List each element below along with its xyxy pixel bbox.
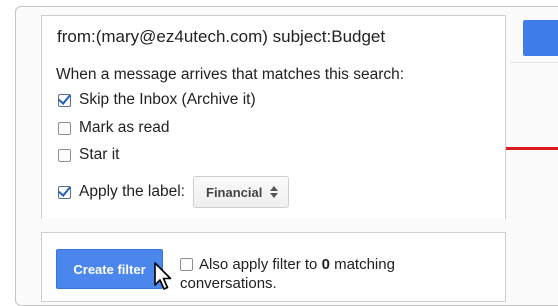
option-star-it-label: Star it — [79, 146, 120, 163]
checkbox-checked-icon[interactable] — [58, 93, 71, 107]
mouse-pointer-icon — [154, 262, 172, 290]
search-query-text: from:(mary@ez4utech.com) subject:Budget — [57, 27, 386, 46]
also-apply-prefix: Also apply filter to — [199, 256, 322, 273]
option-mark-read[interactable]: Mark as read — [58, 119, 169, 137]
create-filter-button[interactable]: Create filter — [56, 249, 163, 289]
filter-footer: Create filter Also apply filter to 0 mat… — [41, 232, 506, 302]
label-select-value: Financial — [206, 184, 263, 200]
option-skip-inbox-label: Skip the Inbox (Archive it) — [79, 91, 256, 108]
label-select[interactable]: Financial — [193, 176, 290, 208]
matching-count: 0 — [321, 256, 330, 273]
checkbox-empty-icon[interactable] — [180, 258, 193, 271]
checkbox-empty-icon[interactable] — [58, 121, 71, 135]
option-skip-inbox[interactable]: Skip the Inbox (Archive it) — [58, 91, 256, 109]
also-apply-suffix: matching — [329, 256, 395, 273]
filter-intro-text: When a message arrives that matches this… — [56, 66, 405, 83]
search-input[interactable]: from:(mary@ez4utech.com) subject:Budget — [41, 15, 506, 60]
option-mark-read-label: Mark as read — [79, 119, 170, 136]
checkbox-empty-icon[interactable] — [58, 148, 71, 162]
option-star-it[interactable]: Star it — [58, 146, 119, 164]
divider — [510, 62, 558, 63]
option-apply-label-text: Apply the label: — [79, 183, 185, 200]
select-updown-icon — [270, 185, 279, 199]
also-apply-line2: conversations. — [180, 275, 277, 292]
checkbox-checked-icon[interactable] — [58, 185, 71, 199]
also-apply-option[interactable]: Also apply filter to 0 matching conversa… — [180, 255, 395, 293]
filter-options-panel: When a message arrives that matches this… — [41, 59, 506, 219]
option-apply-label[interactable]: Apply the label: Financial — [58, 176, 290, 208]
search-button-edge[interactable] — [523, 20, 558, 56]
